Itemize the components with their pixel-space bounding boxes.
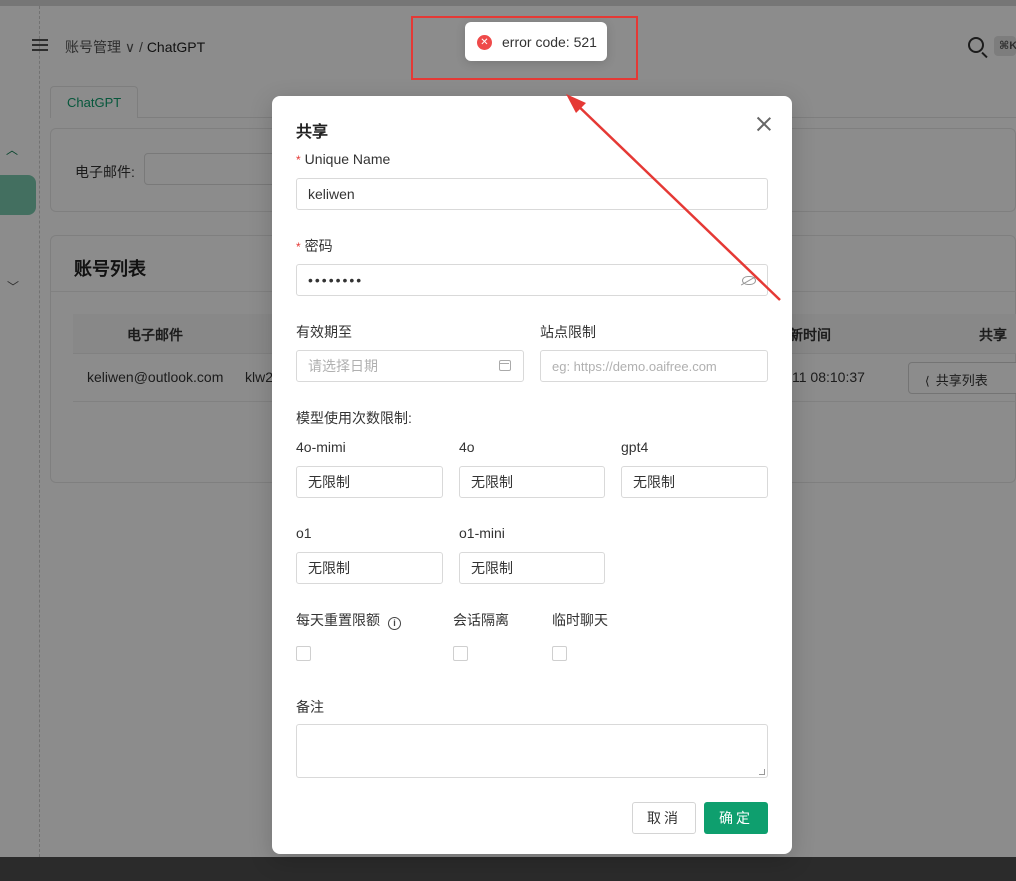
model-limit-input-gpt4[interactable] <box>621 466 768 498</box>
temp-chat-checkbox[interactable] <box>552 646 567 661</box>
model-limit-input-o1[interactable] <box>296 552 443 584</box>
session-isolation-label: 会话隔离 <box>453 612 509 628</box>
model-label-gpt4: gpt4 <box>621 439 649 455</box>
model-limit-input-4o[interactable] <box>459 466 605 498</box>
close-icon[interactable] <box>756 116 772 132</box>
required-mark: * <box>296 153 301 167</box>
model-label-o1-mini: o1-mini <box>459 525 505 541</box>
remark-textarea[interactable] <box>296 724 768 778</box>
model-limits-label: 模型使用次数限制: <box>296 410 412 426</box>
temp-chat-label: 临时聊天 <box>552 612 608 628</box>
taskbar <box>0 857 1016 881</box>
expiry-date-picker[interactable] <box>296 350 524 382</box>
share-dialog: 共享 *Unique Name *密码 •••••••• 有效期至 站点限制 模… <box>272 96 792 854</box>
dialog-title: 共享 <box>296 124 329 141</box>
cancel-button[interactable]: 取消 <box>632 802 696 834</box>
model-label-4o-mimi: 4o-mimi <box>296 439 346 455</box>
resize-handle-icon[interactable] <box>759 769 765 775</box>
password-value: •••••••• <box>308 272 364 288</box>
model-label-4o: 4o <box>459 439 475 455</box>
annotation-highlight-box <box>411 16 638 80</box>
password-label: * 密码 <box>296 238 333 254</box>
info-icon[interactable]: i <box>388 617 401 630</box>
unique-name-input[interactable] <box>296 178 768 210</box>
model-limit-input-o1-mini[interactable] <box>459 552 605 584</box>
unique-name-label: * Unique Name <box>296 151 391 167</box>
daily-reset-checkbox[interactable] <box>296 646 311 661</box>
eye-off-icon[interactable] <box>742 276 756 285</box>
model-label-o1: o1 <box>296 525 312 541</box>
expiry-label: 有效期至 <box>296 324 352 340</box>
daily-reset-label: 每天重置限额 i <box>296 610 401 630</box>
site-limit-input[interactable] <box>540 350 768 382</box>
session-isolation-checkbox[interactable] <box>453 646 468 661</box>
calendar-icon[interactable] <box>499 360 511 371</box>
confirm-button[interactable]: 确定 <box>704 802 768 834</box>
model-limit-input-4o-mimi[interactable] <box>296 466 443 498</box>
site-limit-label: 站点限制 <box>540 324 596 340</box>
password-input[interactable]: •••••••• <box>296 264 768 296</box>
remark-label: 备注 <box>296 699 324 715</box>
required-mark: * <box>296 240 301 254</box>
